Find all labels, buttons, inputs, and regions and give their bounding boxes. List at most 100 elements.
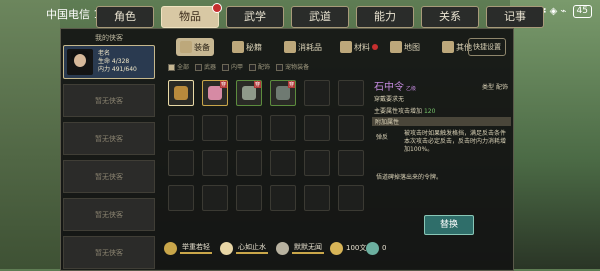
filter-all[interactable]: 全部 [168,62,189,74]
passive-skill-3[interactable]: 默默无闻 [276,241,324,255]
empty-hero-label: 暂无侠客 [95,249,123,257]
category-consumables[interactable]: 消耗品 [284,38,322,56]
item-type-label: 类型 [482,84,495,91]
coin-amount: 100文 [346,244,367,252]
item-flavor-text: 悟道碑掉落出来的令牌。 [376,174,443,181]
empty-hero-label: 暂无侠客 [95,135,123,143]
inventory-slot[interactable] [168,150,194,176]
jade-display: 0 [366,241,386,255]
passive-skill-1[interactable]: 举重若轻 [164,241,212,255]
tab-martial-arts[interactable]: 武学 [226,6,284,28]
other-icon [442,41,454,53]
item-main-attribute: 主要属性攻击增加 120 [374,106,435,115]
main-attribute-value: 120 [423,108,436,115]
swap-button[interactable]: 替换 [424,215,474,235]
filter-accessory[interactable]: 配饰 [249,62,270,74]
item-name: 石中令 乙级 [374,78,416,93]
empty-hero-label: 暂无侠客 [95,211,123,219]
inventory-slot[interactable] [236,185,262,211]
inventory-slot[interactable] [202,150,228,176]
tab-character[interactable]: 角色 [96,6,154,28]
passive-skill-1-label: 举重若轻 [180,242,212,254]
background-scene-left [0,0,60,269]
inventory-slot-weapon[interactable]: 穿 [270,80,296,106]
inventory-slot[interactable] [338,80,364,106]
inventory-slot[interactable] [304,115,330,141]
inventory-grid: 穿 穿 穿 [168,80,368,250]
inventory-slot[interactable] [338,185,364,211]
inventory-slot[interactable] [270,150,296,176]
category-manuals[interactable]: 秘籍 [232,38,262,56]
bottom-status-bar: 举重若轻 心如止水 默默无闻 100文 0 [160,241,500,257]
map-icon [390,41,402,53]
inventory-slot[interactable] [338,150,364,176]
category-materials[interactable]: 材料 [340,38,378,56]
tab-items[interactable]: 物品 [161,3,222,28]
filter-armor[interactable]: 内甲 [222,62,243,74]
inventory-slot[interactable] [202,115,228,141]
inventory-slot[interactable] [168,185,194,211]
notification-dot-icon [372,44,378,50]
tab-character-label: 角色 [114,10,136,23]
empty-hero-slot[interactable]: 暂无侠客 [63,198,155,231]
item-rarity: 乙级 [406,86,417,92]
tab-martial-way[interactable]: 武道 [291,6,349,28]
tab-items-label: 物品 [179,10,201,23]
inventory-slot[interactable] [304,185,330,211]
item-requirement: 穿戴要求无 [374,96,405,103]
item-type: 类型 配饰 [482,82,508,91]
inventory-slot[interactable] [202,185,228,211]
equipment-icon [180,41,192,53]
passive-skill-3-label: 默默无闻 [292,242,324,254]
quick-settings-button[interactable]: 快捷设置 [468,38,506,56]
empty-hero-slot[interactable]: 暂无侠客 [63,160,155,193]
inventory-slot-token[interactable] [168,80,194,106]
filter-weapon[interactable]: 武器 [195,62,216,74]
tab-relations-label: 关系 [439,10,461,23]
potion-icon [284,41,296,53]
hero-info: 老名 生命 4/328 内力 491/640 [98,50,137,74]
inventory-slot[interactable] [168,115,194,141]
top-tab-bar: 角色 物品 武学 武道 能力 关系 记事 [96,3,544,28]
avatar-face [74,54,86,67]
item-name-text: 石中令 [374,82,404,93]
inventory-slot[interactable] [304,80,330,106]
equipped-tag: 穿 [287,81,295,88]
equipped-tag: 穿 [219,81,227,88]
jade-icon [366,241,379,255]
inventory-slot[interactable] [236,115,262,141]
notification-dot-icon [212,3,222,13]
category-maps[interactable]: 地图 [390,38,420,56]
tab-journal[interactable]: 记事 [486,6,544,28]
inventory-slot[interactable] [304,150,330,176]
hero-sidebar: 我的侠客 老名 生命 4/328 内力 491/640 暂无侠客 暂无侠客 暂无… [62,30,156,269]
inventory-slot-flower[interactable]: 穿 [202,80,228,106]
inventory-slot[interactable] [270,185,296,211]
empty-hero-label: 暂无侠客 [95,173,123,181]
filter-pet-gear[interactable]: 宠物装备 [276,62,309,74]
inventory-slot[interactable] [236,150,262,176]
item-category-bar: 装备 秘籍 消耗品 材料 地图 其他 快捷设置 [160,34,508,60]
tab-ability[interactable]: 能力 [356,6,414,28]
empty-hero-slot[interactable]: 暂无侠客 [63,236,155,269]
passive-skill-2[interactable]: 心如止水 [220,241,268,255]
avatar [67,49,93,75]
skill-description: 被攻击时如果触发格挡，满足反击条件本次攻击必定反击，反击时内力消耗增加100%。 [404,130,507,153]
empty-hero-slot[interactable]: 暂无侠客 [63,122,155,155]
inventory-slot[interactable] [270,115,296,141]
status-icons: ✱ ◈ ⌁ 45 [538,5,592,18]
hero-card[interactable]: 老名 生命 4/328 内力 491/640 [63,45,155,79]
category-materials-label: 材料 [354,42,370,52]
category-manuals-label: 秘籍 [246,42,262,52]
face-icon [220,241,233,255]
inventory-slot[interactable] [338,115,364,141]
tab-journal-label: 记事 [504,10,526,23]
empty-hero-slot[interactable]: 暂无侠客 [63,84,155,117]
inventory-slot-armor[interactable]: 穿 [236,80,262,106]
category-equipment[interactable]: 装备 [176,38,214,56]
passive-skill-2-label: 心如止水 [236,242,268,254]
tab-relations[interactable]: 关系 [421,6,479,28]
background-scene-right [510,0,600,269]
extra-attribute-header: 附加属性 [372,117,511,126]
shadow-icon [276,241,289,255]
